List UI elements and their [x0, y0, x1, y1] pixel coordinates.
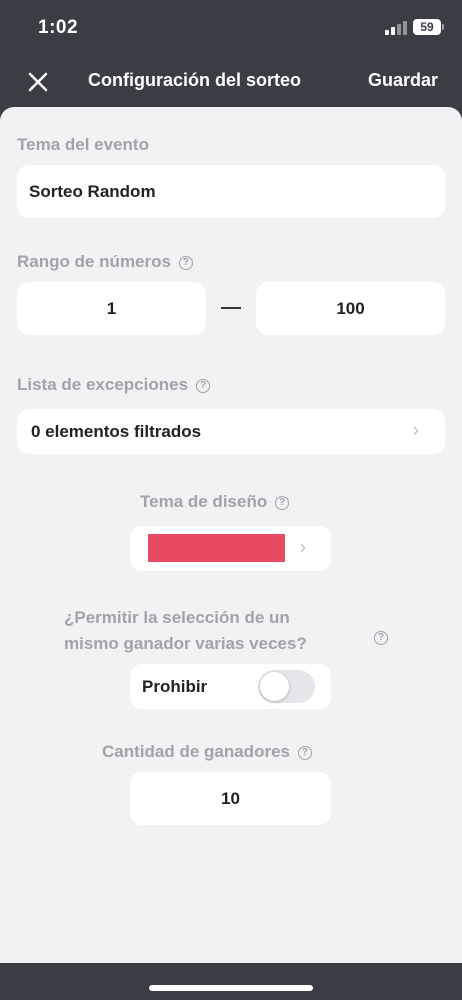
event-topic-value: Sorteo Random	[29, 182, 156, 201]
close-icon	[28, 72, 48, 92]
help-icon[interactable]: ?	[196, 379, 211, 393]
status-bar: 1:02 59	[0, 0, 462, 56]
exceptions-list-button[interactable]: 0 elementos filtrados ›	[17, 409, 445, 454]
settings-sheet: Tema del evento Sorteo Random Rango de n…	[0, 107, 462, 963]
winners-count-label-group: Cantidad de ganadores?	[102, 742, 312, 762]
help-icon[interactable]: ?	[178, 256, 193, 270]
design-theme-button[interactable]: ›	[130, 526, 331, 571]
winners-count-input[interactable]: 10	[130, 772, 331, 825]
range-min-input[interactable]: 1	[17, 282, 206, 335]
save-button[interactable]: Guardar	[368, 70, 438, 91]
number-range-label-group: Rango de números?	[17, 252, 193, 272]
help-icon[interactable]: ?	[297, 746, 312, 760]
range-separator	[221, 307, 241, 309]
home-indicator[interactable]	[149, 985, 313, 991]
help-icon[interactable]: ?	[374, 631, 388, 645]
repeat-winner-row: Prohibir	[130, 664, 331, 709]
repeat-winner-help: ?	[366, 627, 388, 647]
exceptions-value: 0 elementos filtrados	[31, 422, 202, 441]
design-theme-label-group: Tema de diseño?	[140, 492, 290, 512]
chevron-right-icon: ›	[413, 420, 419, 440]
range-max-input[interactable]: 100	[256, 282, 445, 335]
repeat-winner-toggle[interactable]	[258, 670, 315, 703]
repeat-winner-question-line1: ¿Permitir la selección de un	[64, 608, 290, 627]
number-range-label: Rango de números	[17, 252, 171, 271]
exceptions-label-group: Lista de excepciones?	[17, 375, 211, 395]
page-title: Configuración del sorteo	[88, 70, 302, 90]
close-button[interactable]	[24, 68, 52, 96]
signal-icon	[385, 21, 407, 35]
navigation-bar: Configuración del sorteo Guardar	[0, 56, 462, 108]
event-topic-label: Tema del evento	[17, 135, 149, 154]
theme-color-swatch	[148, 534, 285, 562]
home-bar	[0, 963, 462, 1000]
repeat-winner-question: ¿Permitir la selección de un mismo ganad…	[64, 605, 307, 657]
design-theme-label: Tema de diseño	[140, 492, 268, 511]
winners-count-label: Cantidad de ganadores	[102, 742, 290, 761]
repeat-winner-question-line2: mismo ganador varias veces?	[64, 634, 307, 653]
battery-icon: 59	[413, 19, 441, 35]
event-topic-input[interactable]: Sorteo Random	[17, 165, 445, 218]
winners-count-value: 10	[221, 789, 240, 808]
status-time: 1:02	[38, 17, 79, 38]
range-min-value: 1	[106, 299, 117, 318]
chevron-right-icon: ›	[300, 537, 306, 557]
repeat-winner-option-label: Prohibir	[142, 677, 208, 696]
help-icon[interactable]: ?	[275, 496, 290, 510]
range-max-value: 100	[336, 299, 365, 318]
exceptions-label: Lista de excepciones	[17, 375, 189, 394]
toggle-knob	[260, 672, 289, 701]
battery-cap	[442, 24, 444, 30]
